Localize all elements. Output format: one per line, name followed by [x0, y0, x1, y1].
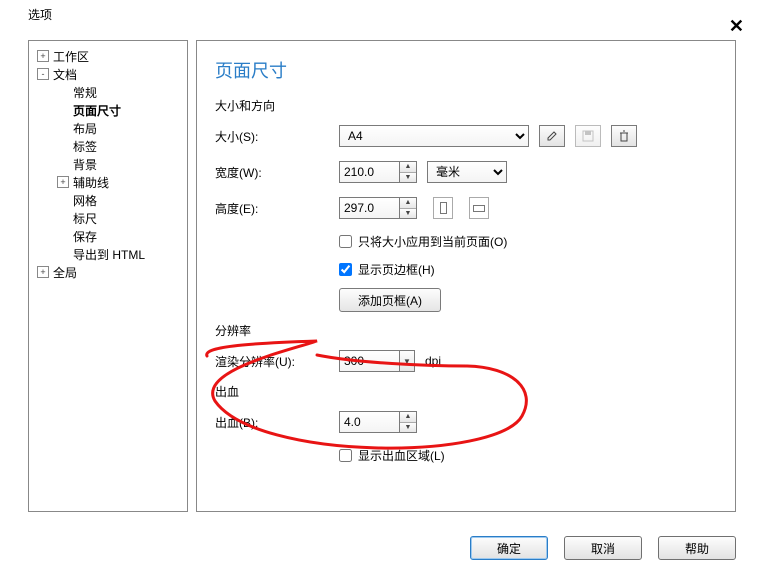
render-res-input[interactable]	[339, 350, 399, 372]
add-frame-button[interactable]: 添加页框(A)	[339, 288, 441, 312]
tree-item[interactable]: 导出到 HTML	[33, 245, 183, 263]
show-bleed-area-label: 显示出血区域(L)	[358, 447, 445, 464]
apply-current-checkbox[interactable]	[339, 235, 352, 248]
tree-item-label: 常规	[73, 84, 97, 101]
tree-item[interactable]: + 辅助线	[33, 173, 183, 191]
height-input[interactable]	[339, 197, 399, 219]
show-border-label: 显示页边框(H)	[358, 261, 435, 278]
width-input[interactable]	[339, 161, 399, 183]
expand-icon[interactable]: +	[57, 176, 69, 188]
tree-item-label: 工作区	[53, 48, 89, 65]
tree-item-label: 导出到 HTML	[73, 246, 145, 263]
tree-item-label: 辅助线	[73, 174, 109, 191]
width-label: 宽度(W):	[215, 164, 339, 181]
tree-spacer	[57, 122, 69, 134]
options-dialog: 选项 ✕ +工作区-文档常规页面尺寸布局标签背景+辅助线网格标尺保存导出到 HT…	[0, 0, 764, 584]
tree-item[interactable]: 保存	[33, 227, 183, 245]
tree-spacer	[57, 194, 69, 206]
tree-item-label: 标尺	[73, 210, 97, 227]
tree-item[interactable]: 布局	[33, 119, 183, 137]
cancel-button[interactable]: 取消	[564, 536, 642, 560]
help-button[interactable]: 帮助	[658, 536, 736, 560]
size-section-label: 大小和方向	[215, 97, 717, 114]
tree-item[interactable]: 页面尺寸	[33, 101, 183, 119]
edit-preset-button[interactable]	[539, 125, 565, 147]
window-title: 选项	[28, 6, 52, 23]
show-bleed-area-checkbox[interactable]	[339, 449, 352, 462]
tree-item[interactable]: + 全局	[33, 263, 183, 281]
tree-item-label: 标签	[73, 138, 97, 155]
height-label: 高度(E):	[215, 200, 339, 217]
tree-item[interactable]: -文档	[33, 65, 183, 83]
tree-item[interactable]: 网格	[33, 191, 183, 209]
portrait-button[interactable]	[433, 197, 453, 219]
landscape-button[interactable]	[469, 197, 489, 219]
tree-item-label: 文档	[53, 66, 77, 83]
panel-heading: 页面尺寸	[215, 57, 717, 83]
save-preset-button	[575, 125, 601, 147]
expand-icon[interactable]: +	[37, 50, 49, 62]
bleed-section-label: 出血	[215, 383, 717, 400]
tree-spacer	[57, 248, 69, 260]
close-icon[interactable]: ✕	[729, 16, 744, 37]
collapse-icon[interactable]: -	[37, 68, 49, 80]
footer-buttons: 确定 取消 帮助	[470, 536, 736, 560]
height-spinner[interactable]: ▲▼	[399, 197, 417, 219]
width-spinner[interactable]: ▲▼	[399, 161, 417, 183]
unit-select[interactable]: 毫米	[427, 161, 507, 183]
tree-item-label: 布局	[73, 120, 97, 137]
tree-spacer	[57, 212, 69, 224]
tree-spacer	[57, 104, 69, 116]
tree-item[interactable]: + 工作区	[33, 47, 183, 65]
size-label: 大小(S):	[215, 128, 339, 145]
size-select[interactable]: A4	[339, 125, 529, 147]
tree-item-label: 网格	[73, 192, 97, 209]
render-res-label: 渲染分辨率(U):	[215, 353, 339, 370]
bleed-spinner[interactable]: ▲▼	[399, 411, 417, 433]
tree-item-label: 页面尺寸	[73, 102, 121, 119]
page-size-panel: 页面尺寸 大小和方向 大小(S): A4	[196, 40, 736, 512]
tree-spacer	[57, 140, 69, 152]
tree-item[interactable]: 常规	[33, 83, 183, 101]
tree-item-label: 保存	[73, 228, 97, 245]
tree-item[interactable]: 标签	[33, 137, 183, 155]
bleed-label: 出血(B):	[215, 414, 339, 431]
apply-current-label: 只将大小应用到当前页面(O)	[358, 233, 507, 250]
render-res-unit: dpi	[425, 354, 441, 368]
resolution-section-label: 分辨率	[215, 322, 717, 339]
tree-spacer	[57, 230, 69, 242]
show-border-checkbox[interactable]	[339, 263, 352, 276]
render-res-dropdown[interactable]: ▼	[399, 350, 415, 372]
tree-spacer	[57, 86, 69, 98]
ok-button[interactable]: 确定	[470, 536, 548, 560]
delete-preset-button[interactable]	[611, 125, 637, 147]
nav-tree[interactable]: + 工作区-文档常规页面尺寸布局标签背景 + 辅助线网格标尺保存导出到 HTML + 全局	[28, 40, 188, 512]
tree-spacer	[57, 158, 69, 170]
tree-item[interactable]: 背景	[33, 155, 183, 173]
titlebar: 选项 ✕	[0, 0, 764, 34]
bleed-input[interactable]	[339, 411, 399, 433]
tree-item-label: 背景	[73, 156, 97, 173]
expand-icon[interactable]: +	[37, 266, 49, 278]
tree-item[interactable]: 标尺	[33, 209, 183, 227]
tree-item-label: 全局	[53, 264, 77, 281]
